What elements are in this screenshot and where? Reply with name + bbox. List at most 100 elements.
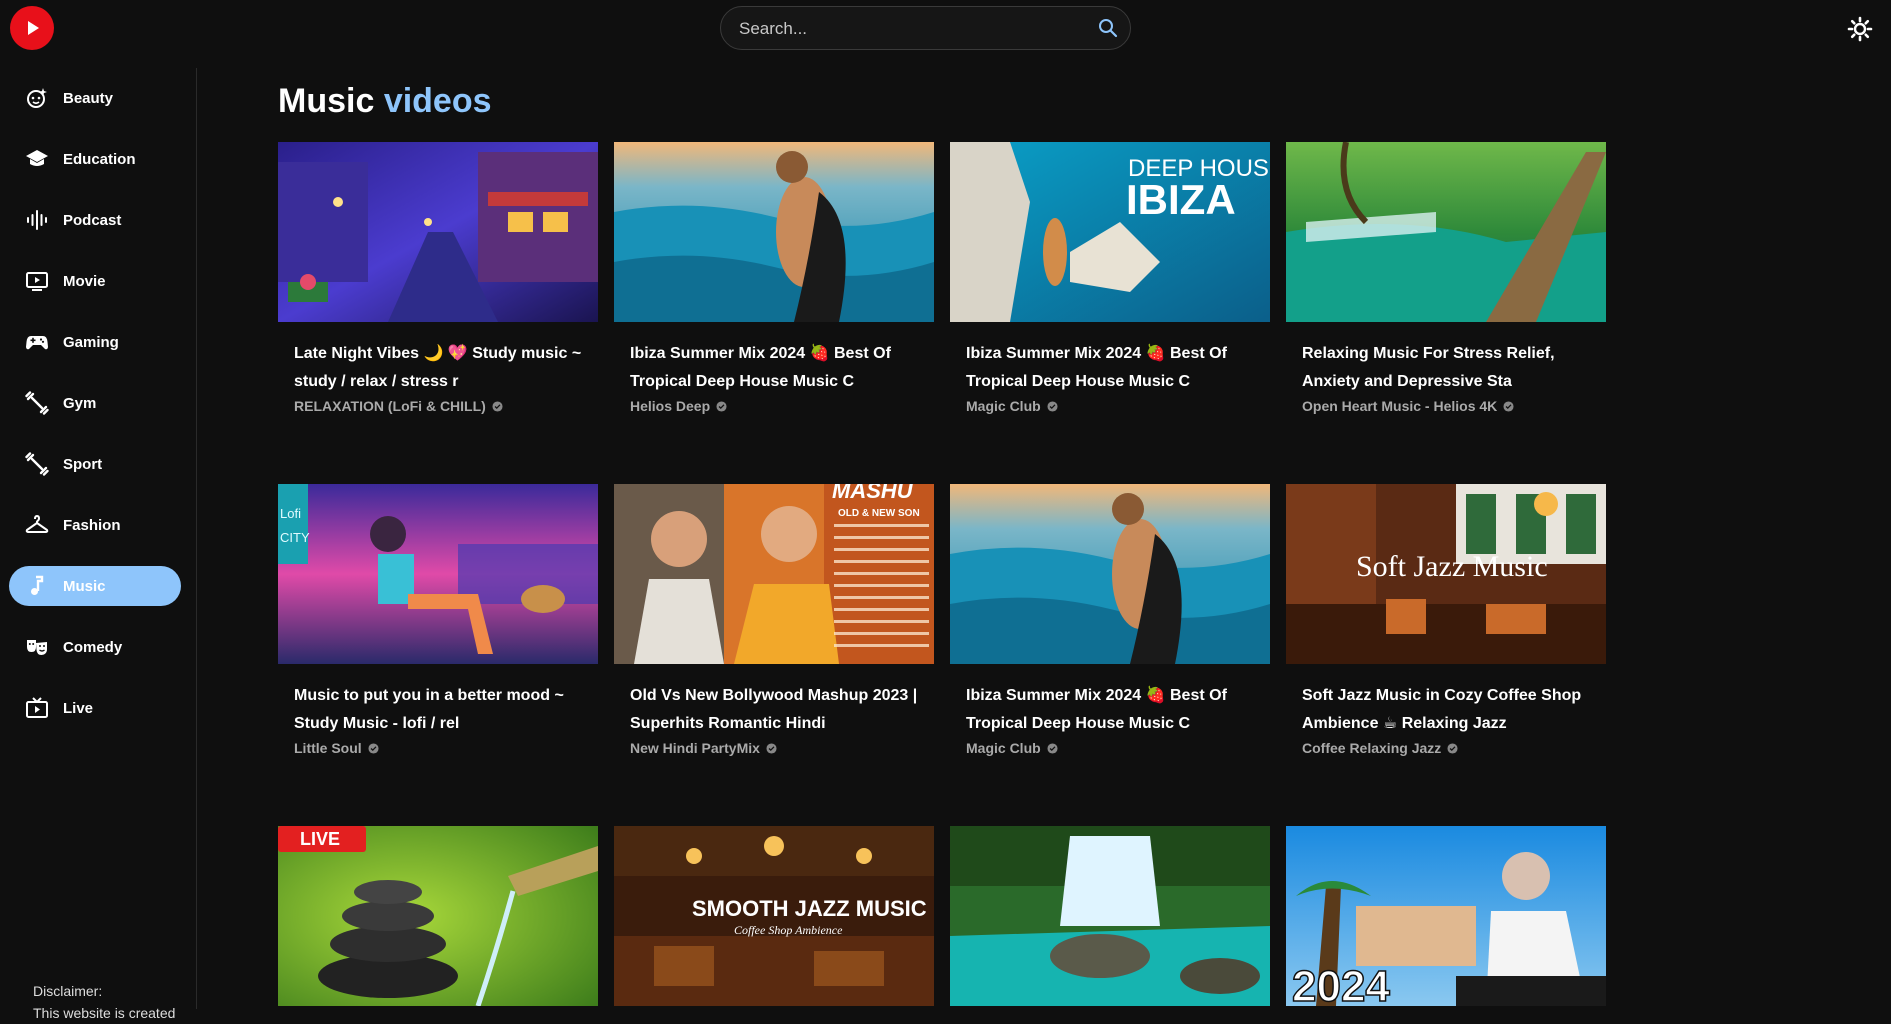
video-card[interactable]: Ibiza Summer Mix 2024 🍓 Best Of Tropical… bbox=[614, 142, 934, 414]
top-bar bbox=[0, 0, 1891, 56]
verified-icon bbox=[1447, 742, 1458, 754]
music-note-icon bbox=[31, 575, 44, 595]
video-thumbnail[interactable] bbox=[614, 142, 934, 322]
video-card[interactable]: LIVE bbox=[278, 826, 598, 1006]
video-title[interactable]: Soft Jazz Music in Cozy Coffee Shop Ambi… bbox=[1302, 682, 1590, 738]
sidebar-item-label: Live bbox=[63, 699, 94, 717]
verified-icon bbox=[368, 742, 379, 754]
video-title[interactable]: Ibiza Summer Mix 2024 🍓 Best Of Tropical… bbox=[630, 340, 918, 396]
page-title-prefix: Music bbox=[278, 82, 375, 120]
sidebar-item-beauty[interactable]: Beauty bbox=[9, 78, 181, 118]
channel-name-text[interactable]: RELAXATION (LoFi & CHILL) bbox=[294, 398, 486, 414]
channel-name-text[interactable]: Little Soul bbox=[294, 740, 362, 756]
channel-name[interactable]: Magic Club bbox=[966, 398, 1254, 414]
channel-name[interactable]: Open Heart Music - Helios 4K bbox=[1302, 398, 1590, 414]
channel-name[interactable]: Coffee Relaxing Jazz bbox=[1302, 740, 1590, 756]
channel-name[interactable]: Magic Club bbox=[966, 740, 1254, 756]
video-thumbnail[interactable]: LIVE bbox=[278, 826, 598, 1006]
graduation-cap-icon bbox=[26, 150, 48, 166]
page-title-accent: videos bbox=[383, 82, 492, 120]
video-card[interactable]: DEEP HOUSE IBIZA Ibiza Summer Mix 2024 🍓… bbox=[950, 142, 1270, 414]
video-card[interactable]: Soft Jazz Music Soft Jazz Music in Cozy … bbox=[1286, 484, 1606, 756]
disclaimer-text: This website is created bbox=[33, 1005, 176, 1021]
channel-name-text[interactable]: New Hindi PartyMix bbox=[630, 740, 760, 756]
video-title[interactable]: Relaxing Music For Stress Relief, Anxiet… bbox=[1302, 340, 1590, 396]
sidebar-item-music[interactable]: Music bbox=[9, 566, 181, 606]
sun-icon[interactable] bbox=[1847, 16, 1873, 42]
beauty-icon bbox=[27, 88, 47, 108]
podcast-icon bbox=[27, 210, 47, 230]
video-title[interactable]: Music to put you in a better mood ~ Stud… bbox=[294, 682, 582, 738]
sidebar-item-label: Gym bbox=[63, 394, 97, 412]
video-thumbnail[interactable] bbox=[1286, 142, 1606, 322]
video-card[interactable]: 2024 bbox=[1286, 826, 1606, 1006]
sidebar-item-label: Movie bbox=[63, 272, 106, 290]
video-thumbnail[interactable]: Soft Jazz Music bbox=[1286, 484, 1606, 664]
sidebar-item-label: Music bbox=[63, 577, 106, 595]
video-thumbnail[interactable] bbox=[278, 142, 598, 322]
video-card[interactable]: Relaxing Music For Stress Relief, Anxiet… bbox=[1286, 142, 1606, 414]
video-thumbnail[interactable] bbox=[950, 826, 1270, 1006]
dumbbell-icon bbox=[25, 391, 49, 415]
sidebar-item-gym[interactable]: Gym bbox=[9, 383, 181, 423]
video-thumbnail[interactable]: 2024 bbox=[1286, 826, 1606, 1006]
sidebar-item-fashion[interactable]: Fashion bbox=[9, 505, 181, 545]
sidebar-item-comedy[interactable]: Comedy bbox=[9, 627, 181, 667]
video-card[interactable]: Lofi CITY Music to put you in a better m… bbox=[278, 484, 598, 756]
verified-icon bbox=[766, 742, 777, 754]
thumbnail-text: Lofi bbox=[280, 506, 301, 521]
video-card[interactable]: SMOOTH JAZZ MUSIC Coffee Shop Ambience bbox=[614, 826, 934, 1006]
channel-name[interactable]: RELAXATION (LoFi & CHILL) bbox=[294, 398, 582, 414]
video-thumbnail[interactable]: DEEP HOUSE IBIZA bbox=[950, 142, 1270, 322]
thumbnail-text: CITY bbox=[280, 530, 310, 545]
sidebar-item-label: Gaming bbox=[63, 333, 119, 351]
channel-name-text[interactable]: Magic Club bbox=[966, 398, 1041, 414]
verified-icon bbox=[1503, 400, 1514, 412]
channel-name-text[interactable]: Magic Club bbox=[966, 740, 1041, 756]
verified-icon bbox=[492, 400, 503, 412]
channel-name[interactable]: Helios Deep bbox=[630, 398, 918, 414]
live-badge: LIVE bbox=[300, 829, 340, 849]
video-card[interactable]: Late Night Vibes 🌙 💖 Study music ~ study… bbox=[278, 142, 598, 414]
search-input[interactable] bbox=[737, 7, 1081, 51]
sidebar-item-label: Fashion bbox=[63, 516, 121, 534]
video-thumbnail[interactable]: MASHU OLD & NEW SON bbox=[614, 484, 934, 664]
thumbnail-text: MASHU bbox=[832, 484, 914, 503]
channel-name[interactable]: Little Soul bbox=[294, 740, 582, 756]
thumbnail-text: SMOOTH JAZZ MUSIC bbox=[692, 896, 927, 921]
thumbnail-text: Soft Jazz Music bbox=[1356, 550, 1548, 583]
thumbnail-text: 2024 bbox=[1292, 962, 1390, 1006]
video-title[interactable]: Ibiza Summer Mix 2024 🍓 Best Of Tropical… bbox=[966, 682, 1254, 738]
channel-name-text[interactable]: Open Heart Music - Helios 4K bbox=[1302, 398, 1497, 414]
sidebar-item-sport[interactable]: Sport bbox=[9, 444, 181, 484]
sidebar-item-movie[interactable]: Movie bbox=[9, 261, 181, 301]
thumbnail-text: IBIZA bbox=[1126, 176, 1236, 223]
movie-icon bbox=[26, 272, 48, 291]
sidebar-item-podcast[interactable]: Podcast bbox=[9, 200, 181, 240]
sidebar-item-gaming[interactable]: Gaming bbox=[9, 322, 181, 362]
sport-icon bbox=[25, 452, 49, 476]
video-thumbnail[interactable]: Lofi CITY bbox=[278, 484, 598, 664]
search-bar bbox=[720, 6, 1131, 51]
sidebar-item-label: Comedy bbox=[63, 638, 123, 656]
video-title[interactable]: Ibiza Summer Mix 2024 🍓 Best Of Tropical… bbox=[966, 340, 1254, 396]
thumbnail-text: Coffee Shop Ambience bbox=[734, 923, 843, 937]
video-card[interactable] bbox=[950, 826, 1270, 1006]
video-thumbnail[interactable]: SMOOTH JAZZ MUSIC Coffee Shop Ambience bbox=[614, 826, 934, 1006]
youtube-logo-icon[interactable] bbox=[10, 6, 54, 50]
disclaimer-heading: Disclaimer: bbox=[33, 983, 103, 999]
sidebar-item-label: Sport bbox=[63, 455, 103, 473]
gamepad-icon bbox=[26, 336, 48, 350]
sidebar-item-education[interactable]: Education bbox=[9, 139, 181, 179]
verified-icon bbox=[1047, 400, 1058, 412]
video-card[interactable]: Ibiza Summer Mix 2024 🍓 Best Of Tropical… bbox=[950, 484, 1270, 756]
video-title[interactable]: Late Night Vibes 🌙 💖 Study music ~ study… bbox=[294, 340, 582, 396]
video-thumbnail[interactable] bbox=[950, 484, 1270, 664]
channel-name-text[interactable]: Coffee Relaxing Jazz bbox=[1302, 740, 1441, 756]
search-icon[interactable] bbox=[1098, 18, 1118, 38]
channel-name-text[interactable]: Helios Deep bbox=[630, 398, 710, 414]
channel-name[interactable]: New Hindi PartyMix bbox=[630, 740, 918, 756]
video-title[interactable]: Old Vs New Bollywood Mashup 2023 | Super… bbox=[630, 682, 918, 738]
video-card[interactable]: MASHU OLD & NEW SON Old Vs New Bollywood… bbox=[614, 484, 934, 756]
sidebar-item-live[interactable]: Live bbox=[9, 688, 181, 728]
